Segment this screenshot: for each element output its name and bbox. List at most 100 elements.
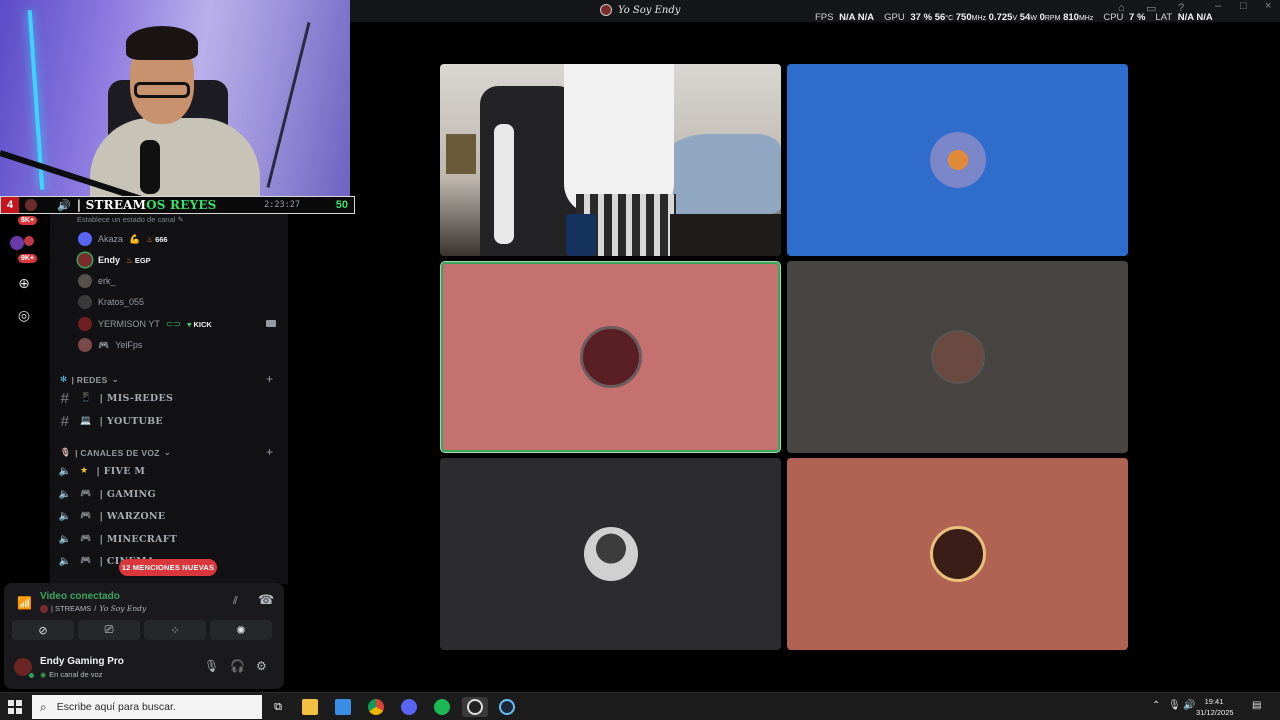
chevron-up-icon[interactable]: ⌃ — [1152, 700, 1160, 711]
help-icon[interactable]: ? — [1178, 2, 1184, 14]
channel-list: Establece un estado de canal ✎ Akaza 💪 ♨… — [50, 214, 288, 584]
gpu-temp-unit: °C — [945, 15, 954, 22]
gpu-power-unit: W — [1030, 15, 1037, 22]
notifications-icon[interactable]: ▤ — [1252, 700, 1261, 711]
steam-icon[interactable] — [497, 697, 517, 717]
category-voz[interactable]: 🎙 | CANALES DE VOZ ⌄ — [60, 447, 171, 458]
speaker-icon: 🔊 — [57, 199, 71, 212]
server-icon-2[interactable] — [24, 236, 34, 246]
member-tag: ♨ EGP — [126, 256, 151, 265]
video-tile-camera[interactable] — [440, 64, 781, 256]
voice-member[interactable]: 🎮 YelFps — [78, 335, 142, 355]
member-tag: ♨ 666 — [146, 235, 167, 244]
voice-member[interactable]: YERMISON YT ⊂⊃ ♥ KICK — [78, 314, 212, 334]
avatar — [78, 317, 92, 331]
video-tile-4[interactable] — [787, 261, 1128, 453]
headphones-button[interactable]: 🎧 — [230, 659, 245, 673]
banner-avatar — [25, 199, 37, 211]
channel-emoji: 💻 — [80, 416, 92, 426]
member-name: Endy — [98, 255, 121, 265]
store-icon[interactable] — [333, 697, 353, 717]
add-channel-button[interactable]: + — [266, 372, 273, 386]
hashtag-icon: # — [60, 412, 70, 430]
soundboard-button[interactable]: ✺ — [210, 620, 272, 640]
voice-member[interactable]: Akaza 💪 ♨ 666 — [78, 229, 168, 249]
chevron-down-icon: ⌄ — [163, 447, 172, 457]
volume-icon[interactable]: 🔊 — [1183, 700, 1195, 711]
noise-suppression-icon[interactable]: ⫽ — [233, 595, 238, 608]
category-redes[interactable]: ✻ | REDES ⌄ — [60, 374, 119, 385]
channel-status-hint[interactable]: Establece un estado de canal ✎ — [77, 215, 184, 224]
voice-status[interactable]: Video conectado — [40, 591, 120, 602]
mem-clock: 810 — [1063, 12, 1079, 23]
inbox-icon[interactable]: ⌂ — [1118, 2, 1125, 14]
obs-icon[interactable] — [462, 697, 488, 717]
voice-channel[interactable]: 🔈 🎮 | GAMING — [58, 484, 156, 504]
taskbar-search[interactable]: ⌕ Escribe aquí para buscar. — [32, 695, 262, 719]
camera-icon — [266, 320, 276, 327]
activities-button[interactable]: ⁘ — [144, 620, 206, 640]
snowflake-icon: ✻ — [60, 374, 68, 384]
video-tile-6[interactable] — [787, 458, 1128, 650]
chevron-down-icon: ⌄ — [111, 374, 119, 384]
settings-button[interactable]: ⚙ — [256, 659, 267, 673]
maximize-icon[interactable]: □ — [1240, 0, 1247, 12]
avatar — [78, 232, 92, 246]
voice-channel-name: | STREAMS — [51, 604, 92, 613]
monitor-icon[interactable]: ▭ — [1146, 2, 1156, 15]
microphone-tray-icon[interactable]: 🎙 — [1168, 700, 1181, 711]
voice-channel[interactable]: 🔈 ★ | FIVE M — [58, 461, 145, 481]
channel-emoji: 🎮 — [80, 511, 92, 521]
discord-icon[interactable] — [399, 697, 419, 717]
user-name[interactable]: Endy Gaming Pro — [40, 656, 124, 667]
member-name: YelFps — [115, 340, 143, 350]
speaker-icon: 🔈 — [58, 533, 72, 545]
add-channel-button[interactable]: + — [266, 445, 273, 459]
text-channel[interactable]: # 📱 | MIS-REDES — [58, 388, 173, 408]
voice-member[interactable]: Endy ♨ EGP — [78, 250, 151, 270]
text-channel[interactable]: # 💻 | YOUTUBE — [58, 411, 163, 431]
channel-emoji: 🎮 — [80, 534, 92, 544]
avatar — [78, 253, 92, 267]
taskbar: ⌕ Escribe aquí para buscar. ⧉ ⌃ 🎙 🔊 19:4… — [0, 692, 1280, 720]
participant-avatar — [929, 526, 986, 582]
camera-button[interactable]: ⊘ — [12, 620, 74, 640]
windows-start-icon[interactable] — [8, 700, 22, 714]
plus-icon[interactable]: ⊕ — [13, 272, 35, 294]
video-tile-speaking[interactable] — [441, 262, 780, 452]
gpu-voltage-unit: V — [1012, 15, 1018, 22]
lamp-stand — [266, 22, 311, 188]
voice-member[interactable]: Kratos_055 — [78, 292, 144, 312]
spotify-icon[interactable] — [432, 697, 452, 717]
disconnect-icon[interactable]: ☎ — [258, 592, 274, 608]
microphone-button[interactable]: 🎙 — [204, 659, 219, 673]
screen-share-button[interactable]: ⎚ — [78, 620, 140, 640]
category-label: | CANALES DE VOZ — [75, 447, 160, 458]
minimize-icon[interactable]: – — [1215, 0, 1221, 12]
member-name: Kratos_055 — [98, 297, 145, 307]
voice-channel[interactable]: 🔈 🎮 | MINECRAFT — [58, 529, 177, 549]
voice-member[interactable]: erk_ — [78, 271, 116, 291]
banner-title: | STREAMOS REYES — [77, 198, 217, 212]
clock[interactable]: 19:41 31/12/2025 — [1196, 696, 1234, 718]
new-mentions-pill[interactable]: 12 MENCIONES NUEVAS — [119, 559, 217, 576]
voice-location[interactable]: | STREAMS / Yo Soy Endy — [40, 604, 146, 613]
participant-avatar — [583, 527, 638, 581]
chrome-icon[interactable] — [366, 697, 386, 717]
member-emoji: 🎮 — [98, 339, 110, 350]
lat-label: LAT — [1155, 12, 1173, 23]
close-icon[interactable]: × — [1265, 0, 1271, 12]
video-tile-2[interactable] — [787, 64, 1128, 256]
channel-emoji: 📱 — [80, 393, 92, 403]
voice-channel[interactable]: 🔈 🎮 | WARZONE — [58, 506, 166, 526]
gpu-clock: 750 — [955, 12, 972, 23]
server-icon-1[interactable] — [10, 236, 24, 250]
speaker-icon: 🔈 — [58, 555, 72, 567]
compass-icon[interactable]: ◎ — [13, 304, 35, 326]
signal-icon[interactable]: 📶 — [17, 596, 32, 610]
task-view-icon[interactable]: ⧉ — [268, 697, 288, 717]
channel-label: | GAMING — [99, 488, 156, 500]
file-explorer-icon[interactable] — [300, 697, 320, 717]
server-icon — [600, 4, 612, 16]
video-tile-5[interactable] — [440, 458, 781, 650]
